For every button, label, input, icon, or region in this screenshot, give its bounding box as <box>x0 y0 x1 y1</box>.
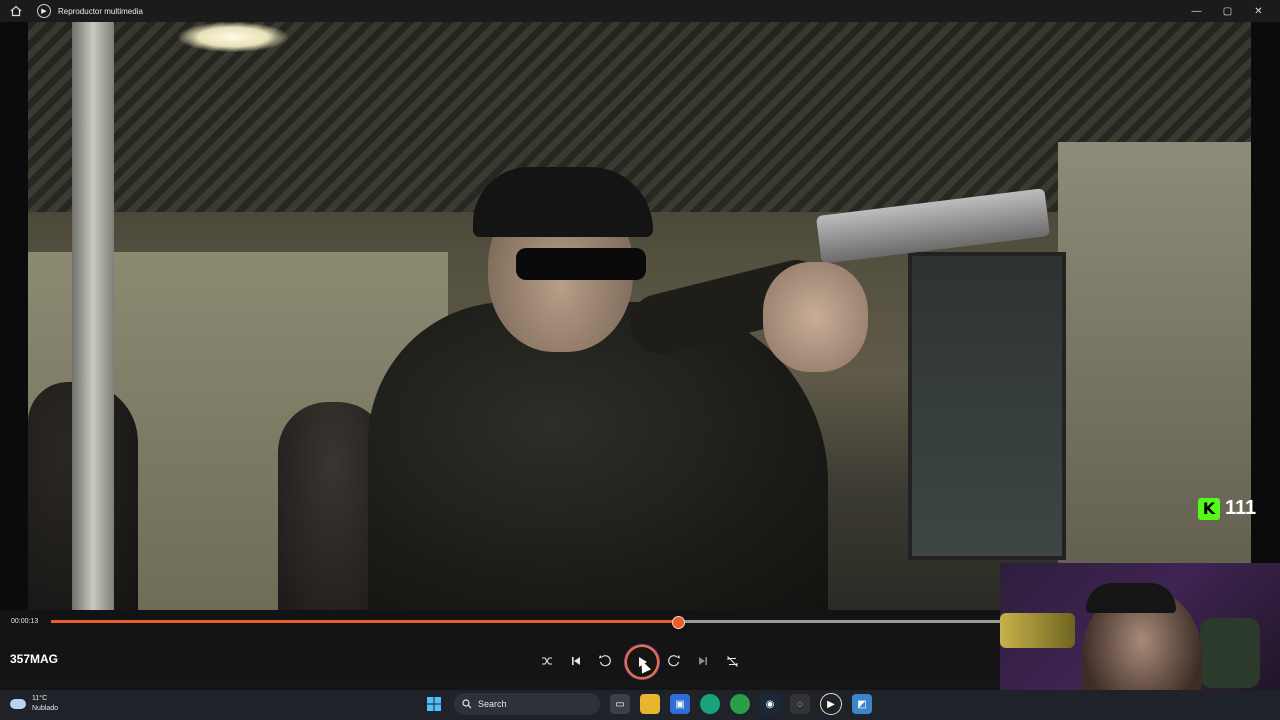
shooter-hands <box>763 262 868 372</box>
app-icon[interactable]: ◩ <box>852 694 872 714</box>
taskbar-search[interactable]: Search <box>454 693 600 715</box>
ceiling-lamp <box>178 22 288 52</box>
seek-bar[interactable] <box>51 616 1000 629</box>
rewind-10-icon[interactable] <box>596 652 614 670</box>
forward-30-icon[interactable] <box>665 652 683 670</box>
media-player-taskbar-icon[interactable]: ▶ <box>820 693 842 715</box>
shuffle-icon[interactable] <box>538 652 556 670</box>
viewer-count: 111 <box>1225 497 1257 519</box>
cloud-icon <box>10 699 26 709</box>
edge-browser-icon[interactable] <box>700 694 720 714</box>
sunglasses <box>516 248 646 280</box>
gaming-chair <box>1200 618 1260 688</box>
weather-widget[interactable]: 11°C Nublado <box>10 694 58 714</box>
streamer-cap <box>1086 583 1176 613</box>
title-bar: ▶ Reproductor multimedia — ▢ ✕ <box>0 0 1280 22</box>
home-icon[interactable] <box>9 4 23 18</box>
minimize-button[interactable]: — <box>1181 0 1212 22</box>
media-player-app-icon: ▶ <box>37 4 51 18</box>
search-label: Search <box>478 699 507 709</box>
task-view-icon[interactable]: ▭ <box>610 694 630 714</box>
video-frame[interactable] <box>28 22 1251 610</box>
toy-gun <box>1000 613 1075 648</box>
xbox-icon[interactable] <box>730 694 750 714</box>
weather-condition: Nublado <box>32 705 59 712</box>
pillar <box>72 22 114 610</box>
shooter-body <box>368 302 828 610</box>
search-icon <box>462 699 472 709</box>
repeat-off-icon[interactable] <box>723 652 741 670</box>
window-controls: — ▢ ✕ <box>1181 0 1274 22</box>
window-title: Reproductor multimedia <box>58 6 143 16</box>
right-wall <box>1058 142 1251 610</box>
chat-app-icon[interactable]: ◌ <box>790 694 810 714</box>
temperature: 11°C <box>32 695 48 702</box>
taskbar-icons: Search ▭ ▣ ◉ ◌ ▶ ◩ <box>424 693 872 715</box>
steam-icon[interactable]: ◉ <box>760 694 780 714</box>
previous-icon[interactable] <box>567 652 585 670</box>
range-window <box>908 252 1066 560</box>
microsoft-store-icon[interactable]: ▣ <box>670 694 690 714</box>
close-button[interactable]: ✕ <box>1243 0 1274 22</box>
kick-logo-icon: K <box>1198 497 1220 520</box>
seek-bar-progress <box>51 620 678 623</box>
file-explorer-icon[interactable] <box>640 694 660 714</box>
maximize-button[interactable]: ▢ <box>1212 0 1243 22</box>
shooter-cap <box>473 167 653 237</box>
start-windows-icon[interactable] <box>424 694 444 714</box>
media-title: 357MAG <box>10 652 59 666</box>
next-icon[interactable] <box>694 652 712 670</box>
kick-viewer-badge: K 111 <box>1198 497 1256 520</box>
elapsed-time: 00:00:13 <box>11 618 39 625</box>
